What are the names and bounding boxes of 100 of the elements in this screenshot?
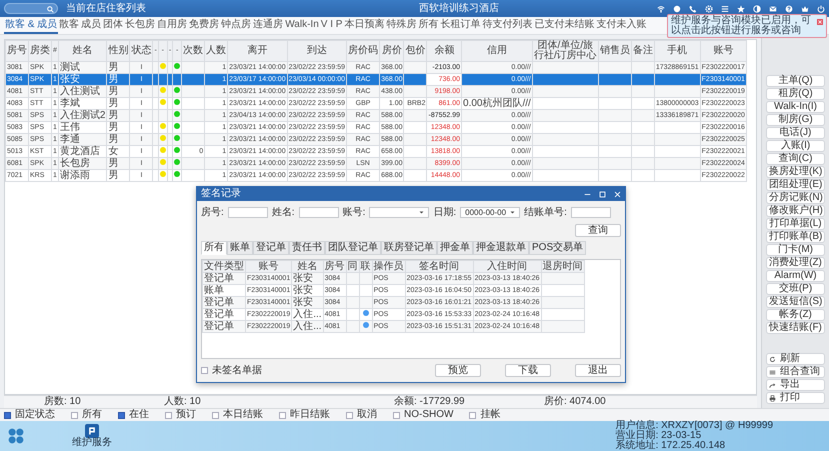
column-header[interactable]: 次数 xyxy=(182,40,205,62)
action-button[interactable]: 分房记账(N) xyxy=(766,192,825,204)
tab[interactable]: 所有 xyxy=(417,17,440,34)
action-button[interactable]: 入账(I) xyxy=(766,140,825,152)
column-header[interactable]: 账号 xyxy=(700,40,746,62)
action-button[interactable]: 导出 xyxy=(766,379,825,391)
tab[interactable]: 支付未入账 xyxy=(595,17,648,34)
tab[interactable]: 特殊房 xyxy=(385,17,418,34)
action-button[interactable]: 快速结账(F) xyxy=(766,322,825,334)
column-header[interactable]: 手机 xyxy=(654,40,700,62)
dialog-button[interactable]: 退出 xyxy=(575,364,621,377)
input-field[interactable] xyxy=(570,207,611,218)
checkbox[interactable]: 未签名单据 xyxy=(201,363,262,378)
tab[interactable]: POS交易单 xyxy=(529,241,586,255)
tab[interactable]: 长包房 xyxy=(124,17,156,34)
column-header[interactable]: 离开 xyxy=(228,40,288,62)
column-header[interactable]: 信用 xyxy=(462,40,532,62)
tab[interactable]: 押金单 xyxy=(437,241,473,255)
action-button[interactable]: 制房(G) xyxy=(766,114,825,126)
input-field[interactable]: 0000-00-00 xyxy=(460,207,520,218)
filter-checkbox[interactable]: 昨日结账 xyxy=(279,409,330,421)
app-icon[interactable] xyxy=(85,424,99,438)
tab[interactable]: 团队登记单 xyxy=(325,241,381,255)
tab[interactable]: 钟点房 xyxy=(220,17,252,34)
input-field[interactable] xyxy=(298,207,339,218)
action-button[interactable]: Alarm(W) xyxy=(766,270,825,282)
column-header[interactable]: 账号 xyxy=(246,260,292,272)
action-button[interactable]: 刷新 xyxy=(766,353,825,365)
action-button[interactable]: 主单(Q) xyxy=(766,75,825,87)
action-button[interactable]: 打印账单(B) xyxy=(766,231,825,243)
action-button[interactable]: 打印单据(L) xyxy=(766,218,825,230)
column-header[interactable]: 文件类型 xyxy=(202,260,246,272)
column-header[interactable]: 姓名 xyxy=(292,260,324,272)
filter-checkbox[interactable]: 固定状态 xyxy=(4,409,55,421)
tab[interactable]: 成员 xyxy=(80,17,102,34)
column-header[interactable]: 销售员 xyxy=(598,40,632,62)
tab[interactable]: 连通房 xyxy=(252,17,284,34)
action-button[interactable]: 换房处理(K) xyxy=(766,166,825,178)
help-icon[interactable] xyxy=(785,4,793,12)
action-button[interactable]: 查询(C) xyxy=(766,153,825,165)
tab[interactable]: 团体 xyxy=(102,17,124,34)
filter-checkbox[interactable]: 预订 xyxy=(165,409,196,421)
filter-checkbox[interactable]: NO-SHOW xyxy=(393,409,454,421)
action-button[interactable]: Walk-In(I) xyxy=(766,101,825,113)
column-header[interactable]: 状态 xyxy=(130,40,153,62)
action-button[interactable]: 门卡(M) xyxy=(766,244,825,256)
tab[interactable]: 所有 xyxy=(201,241,227,255)
start-icon[interactable] xyxy=(8,428,24,444)
tab[interactable]: 本日预离 xyxy=(343,17,386,34)
filter-checkbox[interactable]: 本日结账 xyxy=(212,409,263,421)
tab[interactable]: 押金退款单 xyxy=(473,241,529,255)
dialog-button[interactable]: 预览 xyxy=(435,364,481,377)
column-header[interactable]: 签名时间 xyxy=(405,260,474,272)
action-button[interactable]: 交班(P) xyxy=(766,283,825,295)
filter-checkbox[interactable]: 在住 xyxy=(118,409,149,421)
query-button[interactable]: 查询 xyxy=(575,224,621,237)
column-header[interactable]: 联 xyxy=(359,260,372,272)
column-header[interactable]: 备注 xyxy=(631,40,654,62)
tab[interactable]: 散客 xyxy=(58,17,80,34)
tab[interactable]: 联房登记单 xyxy=(381,241,437,255)
mail-icon[interactable] xyxy=(769,4,777,12)
action-button[interactable]: 打印 xyxy=(766,392,825,404)
tab[interactable]: 责任书 xyxy=(289,241,325,255)
maximize-icon[interactable] xyxy=(599,190,606,198)
column-header[interactable]: 性别 xyxy=(106,40,130,62)
tab[interactable]: 长租订单 xyxy=(439,17,482,34)
dialog-button[interactable]: 下载 xyxy=(505,364,551,377)
action-button[interactable]: 修改账户(H) xyxy=(766,205,825,217)
action-button[interactable]: 租房(Q) xyxy=(766,88,825,100)
column-header[interactable]: 人数 xyxy=(204,40,228,62)
column-header[interactable]: 房类 xyxy=(28,40,52,62)
column-header[interactable]: 操作员 xyxy=(372,260,406,272)
action-button[interactable]: 团组处理(E) xyxy=(766,179,825,191)
crown-icon[interactable] xyxy=(801,4,809,12)
column-header[interactable]: 同 xyxy=(346,260,360,272)
column-header[interactable]: 退房时间 xyxy=(541,260,584,272)
column-header[interactable]: 房价码 xyxy=(346,40,380,62)
tab[interactable]: 登记单 xyxy=(253,241,289,255)
input-field[interactable] xyxy=(228,207,268,218)
column-header[interactable]: 余额 xyxy=(426,40,462,62)
filter-checkbox[interactable]: 所有 xyxy=(71,409,102,421)
tab[interactable]: Walk-In xyxy=(284,17,320,34)
star-icon[interactable] xyxy=(737,4,745,12)
tab[interactable]: 账单 xyxy=(227,241,253,255)
tab[interactable]: V I P xyxy=(320,17,344,34)
column-header[interactable]: 到达 xyxy=(287,40,347,62)
column-header[interactable]: 姓名 xyxy=(58,40,107,62)
phone-icon[interactable] xyxy=(689,4,697,12)
tab[interactable]: 已支付未结账 xyxy=(533,17,596,34)
search-field[interactable] xyxy=(4,3,58,14)
tab[interactable]: 免费房 xyxy=(188,17,220,34)
menu-icon[interactable] xyxy=(721,4,729,12)
tab[interactable]: 自用房 xyxy=(156,17,188,34)
column-header[interactable]: 房号 xyxy=(323,260,346,272)
tab[interactable]: 散客 & 成员 xyxy=(4,17,58,34)
power-icon[interactable] xyxy=(817,4,825,12)
column-header[interactable]: 团体/单位/旅行社/订房中心 xyxy=(532,40,598,62)
action-button[interactable]: 消费处理(Z) xyxy=(766,257,825,269)
action-button[interactable]: 组合查询 xyxy=(766,366,825,378)
gear-icon[interactable] xyxy=(705,4,713,12)
